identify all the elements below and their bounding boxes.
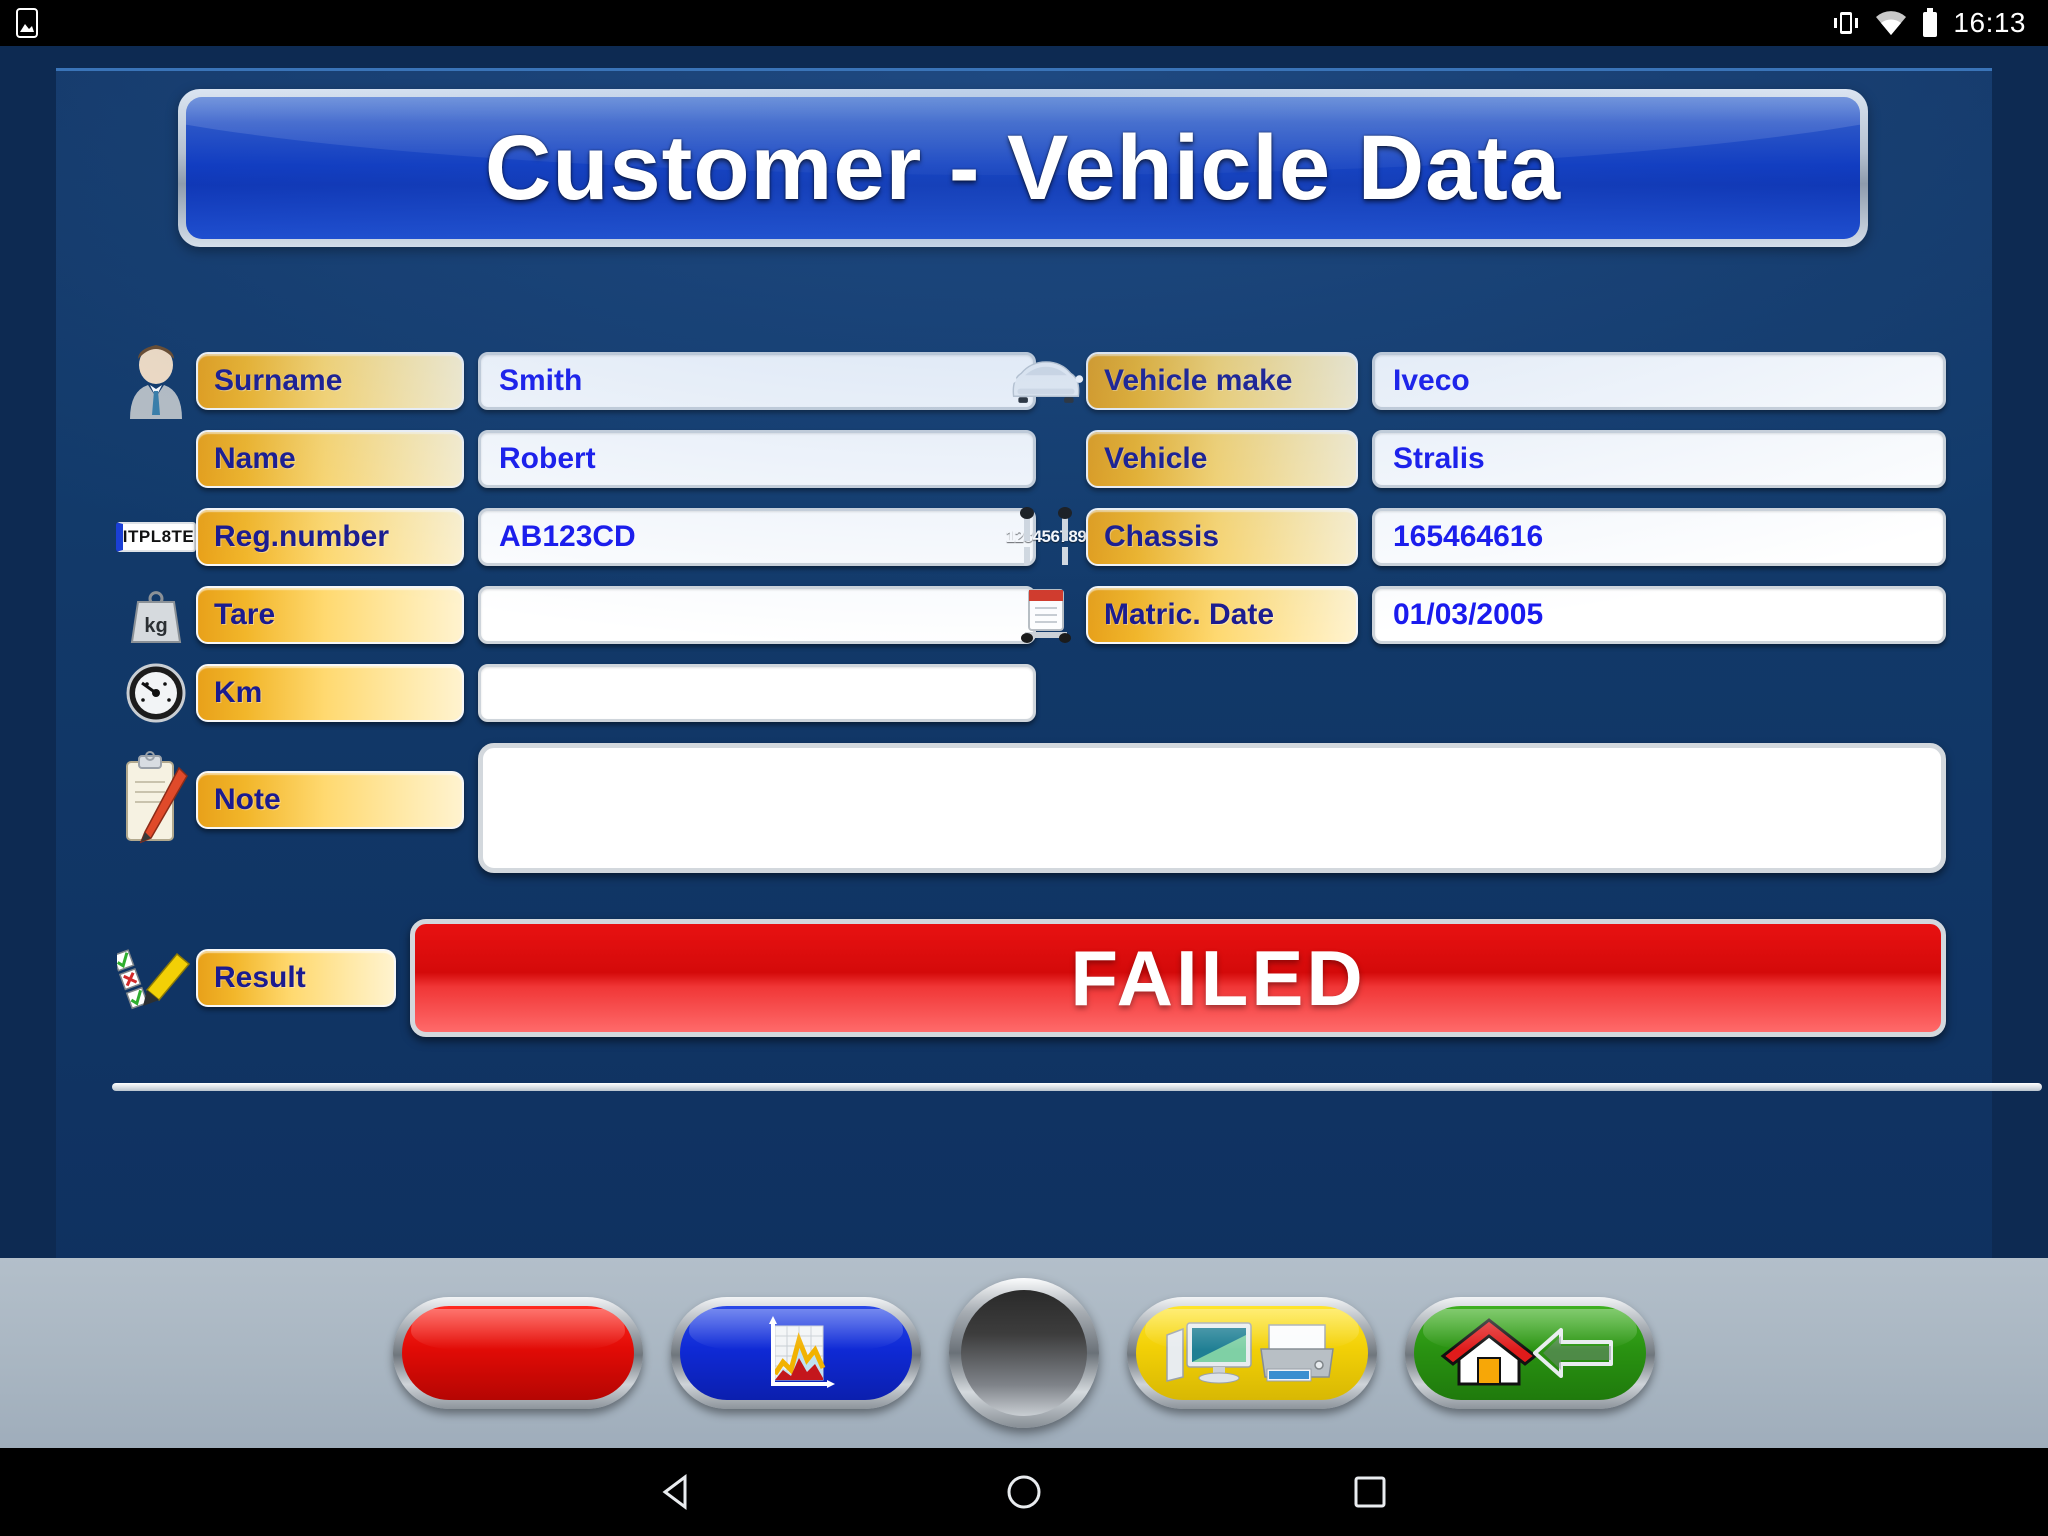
field-row-chassis: 123456789 Chassis 165464616 [1006,499,1946,575]
page-title-inner: Customer - Vehicle Data [186,97,1860,239]
value-vehicle-make[interactable]: Iveco [1372,352,1946,410]
android-home-button[interactable] [1001,1469,1047,1515]
android-recents-button[interactable] [1347,1469,1393,1515]
field-row-surname: Surname Smith [116,343,1036,419]
battery-icon [1923,8,1938,37]
field-row-vehicle: Vehicle Stralis [1006,421,1946,497]
result-section: Result FAILED [116,919,1946,1037]
chart-graph-icon [680,1306,912,1400]
label-surname: Surname [196,352,464,410]
label-reg-number: Reg.number [196,508,464,566]
person-icon [116,345,196,419]
label-note: Note [196,771,464,829]
home-button[interactable] [1405,1297,1655,1409]
checklist-pencil-icon [116,928,196,1028]
android-back-button[interactable] [655,1469,701,1515]
wifi-icon [1876,11,1907,35]
customer-fields-column: Surname Smith Name Robert ITPL8TE Reg.nu… [115,343,1036,733]
field-row-vehicle-make: Vehicle make Iveco [1006,343,1946,419]
clipboard-pencil-icon [116,743,196,853]
value-tare[interactable] [478,586,1036,644]
blank-red-icon [402,1306,634,1400]
android-status-bar: 16:13 [0,0,2048,46]
result-value: FAILED [1070,933,1366,1022]
field-row-name: Name Robert [116,421,1036,497]
label-tare: Tare [196,586,464,644]
value-name[interactable]: Robert [478,430,1036,488]
calendar-icon [1006,579,1086,651]
field-row-km: Km [116,655,1036,731]
app-toolbar [0,1258,2048,1448]
label-chassis: Chassis [1086,508,1358,566]
result-status-bar: FAILED [410,919,1946,1037]
dark-circle-icon [961,1290,1087,1416]
license-plate-icon: ITPL8TE [115,501,197,573]
app-surface: Customer - Vehicle Data Surname Smith Na… [0,46,2048,1278]
screen-root: 16:13 Customer - Vehicle Data Surname Sm… [0,0,2048,1536]
status-bar-notifications [14,8,40,38]
status-bar-system-icons: 16:13 [1831,7,2026,39]
svg-text:kg: kg [144,615,167,637]
vehicle-fields-column: Vehicle make Iveco Vehicle Stralis 12345… [1006,343,1946,655]
label-vehicle: Vehicle [1086,430,1358,488]
page-title: Customer - Vehicle Data [484,116,1562,219]
home-back-arrow-icon [1414,1306,1646,1400]
value-km[interactable] [478,664,1036,722]
monitor-printer-icon [1136,1306,1368,1400]
note-textarea[interactable] [478,743,1946,873]
label-km: Km [196,664,464,722]
weight-kg-icon: kg [116,579,196,651]
label-name: Name [196,430,464,488]
note-section: Note [116,743,1946,873]
value-matric-date[interactable]: 01/03/2005 [1372,586,1946,644]
main-panel: Customer - Vehicle Data Surname Smith Na… [56,68,2042,1278]
label-matric-date: Matric. Date [1086,586,1358,644]
label-result: Result [196,949,396,1007]
status-bar-clock: 16:13 [1953,7,2026,38]
stop-button[interactable] [393,1297,643,1409]
chart-button[interactable] [671,1297,921,1409]
value-vehicle[interactable]: Stralis [1372,430,1946,488]
field-row-matric-date: Matric. Date 01/03/2005 [1006,577,1946,653]
label-vehicle-make: Vehicle make [1086,352,1358,410]
page-title-banner: Customer - Vehicle Data [178,89,1868,247]
value-reg-number[interactable]: AB123CD [478,508,1036,566]
value-surname[interactable]: Smith [478,352,1036,410]
chassis-icon: 123456789 [1006,501,1087,573]
license-plate-text: ITPL8TE [115,522,197,552]
car-icon-spacer [1006,423,1086,495]
car-icon [1006,345,1086,417]
vibrate-icon [1834,12,1859,34]
field-row-reg-number: ITPL8TE Reg.number AB123CD [115,499,1036,575]
record-button[interactable] [949,1278,1099,1428]
field-row-tare: kg Tare [116,577,1036,653]
screenshot-icon [16,8,38,38]
section-divider [112,1083,2042,1091]
value-chassis[interactable]: 165464616 [1372,508,1946,566]
speedometer-icon [116,657,196,729]
android-nav-bar [0,1448,2048,1536]
person-icon-spacer [116,423,196,495]
print-button[interactable] [1127,1297,1377,1409]
